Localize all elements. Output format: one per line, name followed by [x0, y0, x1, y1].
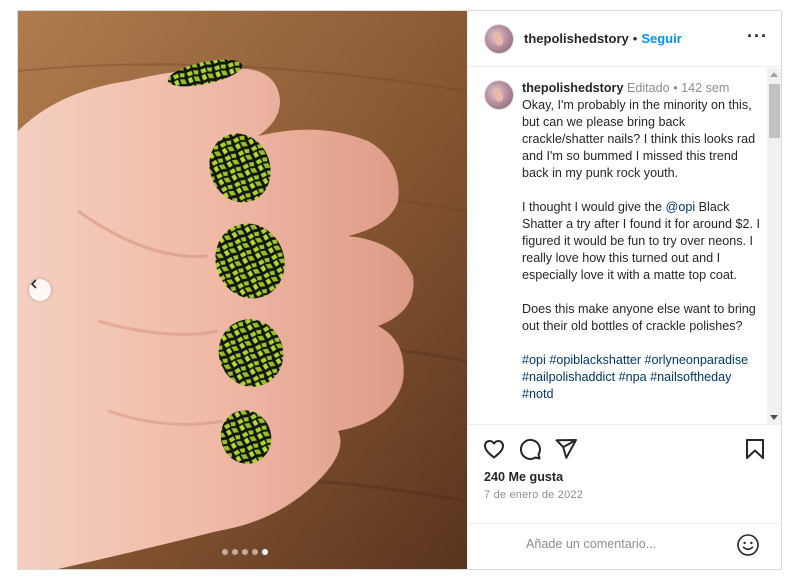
edited-label: Editado [626, 81, 670, 95]
carousel-dots [222, 549, 268, 555]
action-bar [468, 424, 781, 470]
mention-link[interactable]: @opi [666, 200, 696, 214]
caption-paragraph-1: Okay, I'm probably in the minority on th… [522, 98, 756, 180]
hashtag-link[interactable]: #notd [522, 387, 554, 401]
post-side-panel: thepolishedstory • Seguir ··· thepolishe… [467, 11, 781, 569]
carousel-dot[interactable] [222, 549, 228, 555]
comment-icon[interactable] [518, 437, 542, 461]
caption-paragraph-3: Does this make anyone else want to bring… [522, 302, 756, 333]
caption-scroll-area[interactable]: thepolishedstory Editado • 142 sem Okay,… [468, 68, 781, 424]
hashtag-list: #opi #opiblackshatter #orlyneonparadise … [522, 352, 760, 403]
hashtag-link[interactable]: #opiblackshatter [549, 353, 641, 367]
header-username[interactable]: thepolishedstory [524, 31, 629, 46]
scrollbar-thumb[interactable] [769, 84, 780, 138]
smiley-icon[interactable] [736, 533, 760, 557]
post-header: thepolishedstory • Seguir ··· [468, 11, 781, 67]
post-date: 7 de enero de 2022 [484, 489, 584, 501]
comment-input[interactable] [526, 537, 726, 551]
caption-paragraph-2-start: I thought I would give the [522, 200, 666, 214]
caption-avatar[interactable] [484, 80, 514, 110]
post-photo [18, 11, 467, 569]
hashtag-link[interactable]: #nailpolishaddict [522, 370, 615, 384]
bookmark-icon[interactable] [744, 437, 766, 461]
carousel-previous-button[interactable] [29, 279, 51, 301]
scroll-down-arrow-icon[interactable] [770, 415, 778, 420]
caption-username[interactable]: thepolishedstory [522, 81, 623, 95]
scroll-up-arrow-icon[interactable] [770, 72, 778, 77]
caption-scrollbar[interactable] [767, 68, 781, 424]
follow-button[interactable]: Seguir [641, 31, 681, 46]
paper-plane-icon[interactable] [554, 437, 578, 461]
post-age: 142 sem [681, 81, 730, 95]
hashtag-link[interactable]: #npa [619, 370, 647, 384]
comment-bar [468, 523, 781, 569]
post-modal: thepolishedstory • Seguir ··· thepolishe… [17, 10, 782, 570]
carousel-dot[interactable] [242, 549, 248, 555]
carousel-dot[interactable] [252, 549, 258, 555]
hashtag-link[interactable]: #opi [522, 353, 546, 367]
carousel-dot[interactable] [262, 549, 268, 555]
header-separator: • [632, 31, 638, 46]
hashtag-link[interactable]: #nailsoftheday [650, 370, 731, 384]
heart-icon[interactable] [482, 437, 506, 461]
hashtag-link[interactable]: #orlyneonparadise [645, 353, 749, 367]
carousel-dot[interactable] [232, 549, 238, 555]
caption-text: thepolishedstory Editado • 142 sem Okay,… [522, 80, 760, 420]
hand-nails-image [18, 11, 467, 569]
like-count[interactable]: 240 Me gusta [484, 470, 563, 484]
avatar[interactable] [484, 23, 514, 54]
caption-separator: • [673, 81, 678, 95]
more-options-icon[interactable]: ··· [747, 27, 768, 45]
chevron-left-icon [30, 279, 37, 289]
